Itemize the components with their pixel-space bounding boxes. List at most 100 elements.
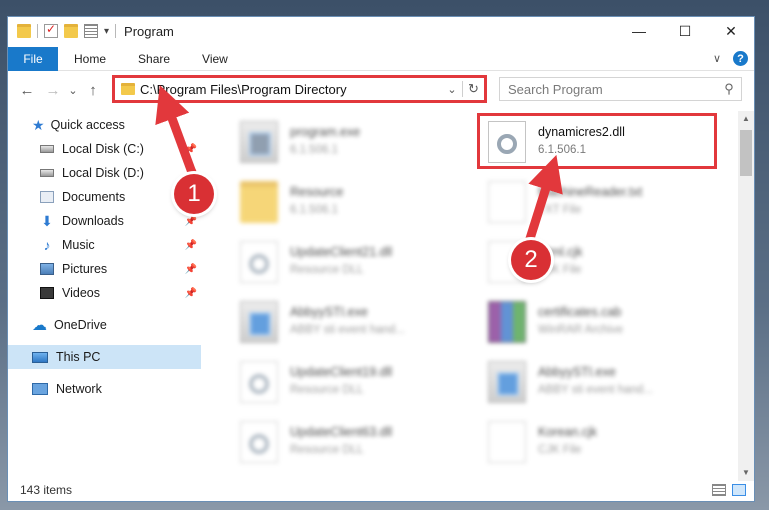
address-bar[interactable]: C:\Program Files\Program Directory ⌄ ↻ [112, 75, 487, 103]
sidebar-item-label: This PC [56, 350, 101, 364]
refresh-button[interactable]: ↻ [462, 81, 484, 97]
sidebar-item-label: Documents [62, 190, 126, 204]
file-detail: CJK File [538, 444, 582, 456]
sidebar-item-onedrive[interactable]: ☁ OneDrive [8, 313, 201, 337]
address-dropdown-icon[interactable]: ⌄ [442, 83, 462, 96]
vertical-scrollbar[interactable]: ▲ ▼ [738, 111, 754, 481]
file-name: certificates.cab [538, 305, 622, 319]
disk-icon [40, 169, 54, 177]
pin-icon[interactable]: 📌 [185, 240, 197, 251]
sidebar-item-network[interactable]: Network [8, 377, 201, 401]
file-detail: 6.1.506.1 [290, 144, 338, 156]
ribbon-tabs: File Home Share View ∨ ? [8, 46, 754, 71]
file-name: Resource [290, 185, 344, 199]
file-item-abbyysti-exe-2[interactable]: AbbyySTI.exe ABBY sti event hand... [466, 357, 706, 413]
folder-icon[interactable] [17, 24, 31, 38]
new-folder-icon[interactable] [64, 24, 78, 38]
scroll-up-icon[interactable]: ▲ [738, 111, 754, 127]
callout-step-2: 2 [511, 240, 551, 280]
sidebar-item-videos[interactable]: Videos 📌 [8, 281, 201, 305]
file-detail: ABBY sti event hand... [290, 324, 405, 336]
file-item-korean-cjk[interactable]: Korean.cjk CJK File [466, 417, 706, 473]
close-button[interactable]: ✕ [708, 17, 754, 45]
file-item-abbyysti-exe[interactable]: AbbyySTI.exe ABBY sti event hand... [218, 297, 458, 353]
pin-icon[interactable]: 📌 [185, 144, 197, 155]
sidebar-item-documents[interactable]: Documents 📌 [8, 185, 201, 209]
scroll-thumb[interactable] [740, 130, 752, 176]
onedrive-icon: ☁ [32, 317, 47, 334]
exe-icon [488, 361, 526, 403]
file-name: AbbyySTI.exe [290, 305, 368, 319]
customize-toolbar-dropdown-icon[interactable]: ▾ [104, 26, 109, 37]
file-detail: Resource DLL [290, 264, 364, 276]
file-list: program.exe 6.1.506.1 dynamicres2.dll 6.1.… [208, 111, 738, 481]
back-button[interactable]: ← [14, 82, 40, 99]
tab-file[interactable]: File [8, 46, 58, 71]
file-detail: WinRAR Archive [538, 324, 623, 336]
maximize-button[interactable]: ☐ [662, 17, 708, 45]
file-name: UpdateClient19.dll [290, 365, 393, 379]
large-icons-view-icon[interactable] [732, 484, 746, 496]
sidebar-item-label: Quick access [50, 118, 125, 132]
search-box[interactable]: Search Program ⚲ [499, 77, 742, 101]
up-button[interactable]: ↑ [80, 82, 106, 99]
pin-icon[interactable]: 📌 [185, 216, 197, 227]
videos-icon [40, 287, 54, 299]
text-file-icon [488, 181, 526, 223]
tab-home[interactable]: Home [58, 52, 122, 66]
divider [115, 24, 117, 38]
recent-locations-icon[interactable]: ⌄ [66, 84, 80, 97]
forward-button[interactable]: → [40, 82, 66, 99]
file-name: program.exe [290, 125, 361, 139]
sidebar-item-music[interactable]: ♪ Music 📌 [8, 233, 201, 257]
navigation-pane: ★ Quick access Local Disk (C:) 📌 Local D… [8, 111, 201, 481]
pin-icon[interactable]: 📌 [185, 288, 197, 299]
sidebar-item-quick-access[interactable]: ★ Quick access [8, 113, 201, 137]
window-title: Program [124, 23, 174, 39]
sidebar-item-label: Local Disk (D:) [62, 166, 144, 180]
sidebar-item-local-disk-d[interactable]: Local Disk (D:) 📌 [8, 161, 201, 185]
details-view-icon[interactable] [712, 484, 726, 496]
documents-icon [40, 191, 54, 203]
file-name: MachineReader.txt [538, 185, 643, 199]
file-item-certificates-cab[interactable]: certificates.cab WinRAR Archive [466, 297, 706, 353]
sidebar-item-label: Videos [62, 286, 100, 300]
exe-icon [240, 121, 278, 163]
pictures-icon [40, 263, 54, 275]
ribbon-right: ∨ ? [713, 51, 748, 66]
file-item-machinereader-txt[interactable]: MachineReader.txt TXT File [466, 177, 706, 233]
tab-view[interactable]: View [186, 52, 244, 66]
folder-icon [240, 181, 278, 223]
file-name: AbbyySTI.exe [538, 365, 616, 379]
file-item-html-cjk[interactable]: Html.cjk CJK File [466, 237, 706, 293]
sidebar-item-local-disk-c[interactable]: Local Disk (C:) 📌 [8, 137, 201, 161]
this-pc-icon [32, 351, 48, 363]
file-detail: 6.1.506.1 [290, 204, 338, 216]
sidebar-item-this-pc[interactable]: This PC [8, 345, 201, 369]
file-name: UpdateClient21.dll [290, 245, 393, 259]
search-input[interactable]: Search Program [500, 82, 717, 97]
file-item-updateclient63-dll[interactable]: UpdateClient63.dll Resource DLL [218, 417, 458, 473]
view-options-icon[interactable] [84, 24, 98, 38]
window-controls: — ☐ ✕ [616, 17, 754, 45]
file-item-program-exe[interactable]: program.exe 6.1.506.1 [218, 117, 458, 173]
file-item-resource-folder[interactable]: Resource 6.1.506.1 [218, 177, 458, 233]
tab-share[interactable]: Share [122, 52, 186, 66]
minimize-button[interactable]: — [616, 17, 662, 45]
downloads-icon: ⬇ [41, 212, 53, 229]
file-icon [488, 421, 526, 463]
folder-icon [121, 83, 135, 95]
address-path[interactable]: C:\Program Files\Program Directory [140, 82, 442, 97]
properties-icon[interactable] [44, 22, 58, 38]
disk-icon [40, 145, 54, 153]
file-item-updateclient21-dll[interactable]: UpdateClient21.dll Resource DLL [218, 237, 458, 293]
help-icon[interactable]: ? [733, 51, 748, 66]
sidebar-item-pictures[interactable]: Pictures 📌 [8, 257, 201, 281]
pin-icon[interactable]: 📌 [185, 264, 197, 275]
sidebar-item-label: Downloads [62, 214, 124, 228]
expand-ribbon-icon[interactable]: ∨ [713, 52, 721, 65]
file-item-updateclient19-dll[interactable]: UpdateClient19.dll Resource DLL [218, 357, 458, 413]
sidebar-item-downloads[interactable]: ⬇ Downloads 📌 [8, 209, 201, 233]
file-name: UpdateClient63.dll [290, 425, 393, 439]
highlight-box [477, 113, 717, 169]
